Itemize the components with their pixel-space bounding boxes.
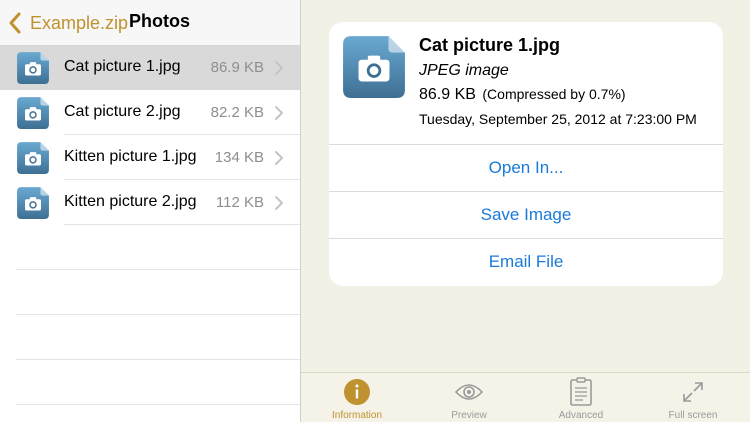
image-file-icon bbox=[16, 186, 50, 220]
row-divider bbox=[16, 359, 300, 360]
file-name: Cat picture 1.jpg bbox=[64, 58, 181, 75]
file-list-pane: Example.zip Photos Cat picture 1.jpg 86.… bbox=[0, 0, 300, 422]
row-divider bbox=[16, 314, 300, 315]
file-size: 86.9 KB bbox=[419, 86, 476, 103]
image-file-icon bbox=[16, 141, 50, 175]
file-size: 86.9 KB bbox=[210, 59, 264, 76]
open-in-button[interactable]: Open In... bbox=[329, 145, 723, 191]
back-button[interactable]: Example.zip bbox=[8, 8, 128, 38]
expand-icon bbox=[677, 377, 709, 407]
file-size: 82.2 KB bbox=[210, 104, 264, 121]
detail-pane: Cat picture 1.jpg JPEG image 86.9 KB (Co… bbox=[301, 0, 750, 422]
file-size: 134 KB bbox=[214, 149, 264, 166]
chevron-right-icon bbox=[274, 60, 284, 76]
tab-information[interactable]: Information bbox=[301, 373, 413, 422]
page-title: Photos bbox=[129, 11, 190, 31]
email-file-button[interactable]: Email File bbox=[329, 239, 723, 285]
tab-label: Information bbox=[331, 410, 383, 421]
file-row[interactable]: Kitten picture 2.jpg 112 KB bbox=[0, 180, 300, 225]
navigation-bar: Example.zip Photos bbox=[0, 0, 300, 45]
tab-bar: Information Preview Advanced Full screen bbox=[301, 372, 750, 422]
file-date: Tuesday, September 25, 2012 at 7:23:00 P… bbox=[419, 111, 697, 127]
file-type: JPEG image bbox=[419, 62, 509, 79]
file-row[interactable]: Kitten picture 1.jpg 134 KB bbox=[0, 135, 300, 180]
tab-label: Advanced bbox=[558, 410, 604, 421]
row-divider bbox=[16, 269, 300, 270]
chevron-right-icon bbox=[274, 195, 284, 211]
file-size: 112 KB bbox=[215, 194, 264, 211]
image-file-icon bbox=[341, 34, 407, 100]
image-file-icon bbox=[16, 51, 50, 85]
file-info-card: Cat picture 1.jpg JPEG image 86.9 KB (Co… bbox=[329, 22, 723, 286]
save-image-button[interactable]: Save Image bbox=[329, 192, 723, 238]
file-title: Cat picture 1.jpg bbox=[419, 35, 561, 55]
info-icon bbox=[341, 377, 373, 407]
row-divider bbox=[16, 404, 300, 405]
back-button-label: Example.zip bbox=[30, 12, 129, 33]
image-file-icon bbox=[16, 96, 50, 130]
tab-full-screen[interactable]: Full screen bbox=[637, 373, 749, 422]
tab-label: Full screen bbox=[668, 410, 718, 421]
chevron-right-icon bbox=[274, 150, 284, 166]
file-row[interactable]: Cat picture 1.jpg 86.9 KB bbox=[0, 45, 300, 90]
file-name: Cat picture 2.jpg bbox=[64, 103, 181, 120]
clipboard-icon bbox=[565, 377, 597, 407]
compression-ratio: (Compressed by 0.7%) bbox=[482, 86, 626, 102]
file-name: Kitten picture 1.jpg bbox=[64, 148, 197, 165]
eye-icon bbox=[453, 377, 485, 407]
file-name: Kitten picture 2.jpg bbox=[64, 193, 197, 210]
chevron-right-icon bbox=[274, 105, 284, 121]
file-size-line: 86.9 KB (Compressed by 0.7%) bbox=[419, 86, 626, 104]
tab-label: Preview bbox=[451, 410, 487, 421]
tab-advanced[interactable]: Advanced bbox=[525, 373, 637, 422]
chevron-left-icon bbox=[8, 8, 28, 38]
file-row[interactable]: Cat picture 2.jpg 82.2 KB bbox=[0, 90, 300, 135]
tab-preview[interactable]: Preview bbox=[413, 373, 525, 422]
row-divider bbox=[64, 224, 300, 225]
